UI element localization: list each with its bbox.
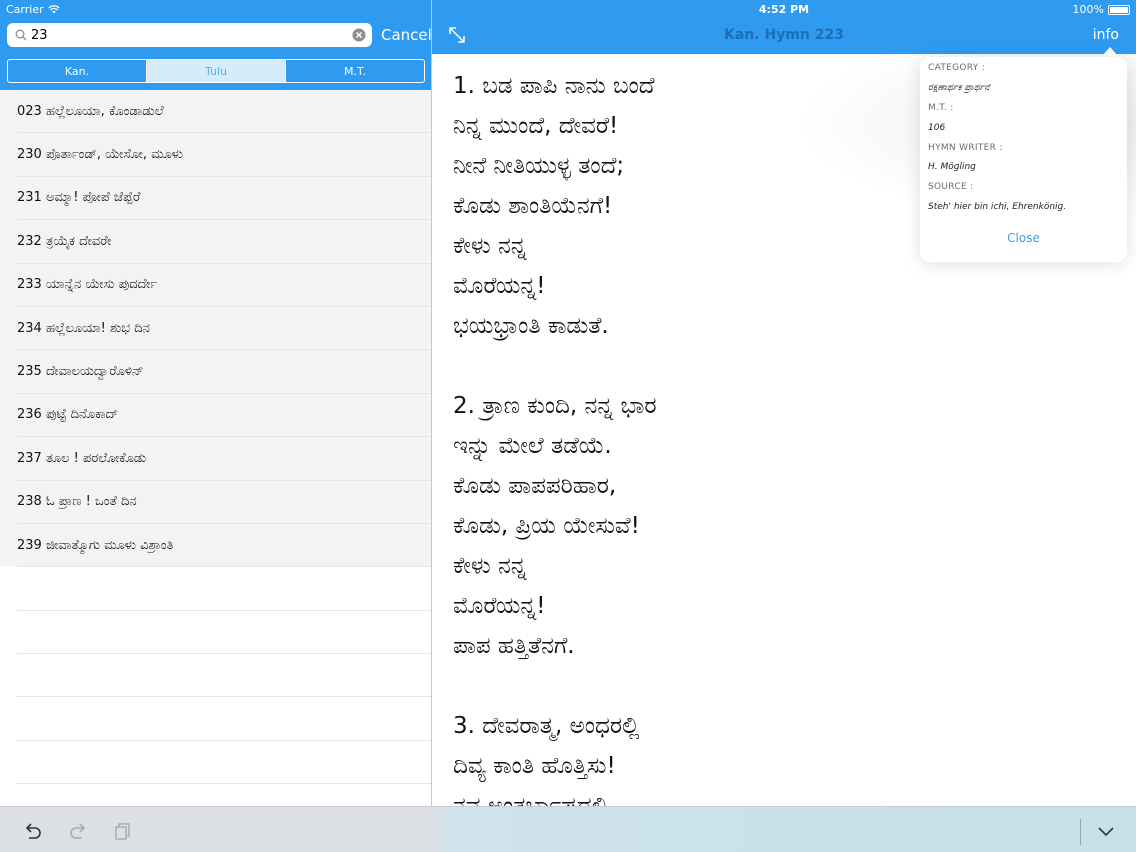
verse-gap bbox=[453, 666, 923, 706]
cancel-button[interactable]: Cancel bbox=[381, 26, 431, 44]
lyric-line: ಮೊರೆಯನ್ನ! bbox=[453, 273, 546, 299]
status-bar-right: 100% bbox=[1073, 3, 1130, 16]
lyric-line: ಇನ್ನು ಮೇಲೆ ತಡೆಯೆ. bbox=[453, 433, 612, 459]
carrier-label: Carrier bbox=[6, 3, 44, 16]
lyric-line: ನಿನ್ನ ಮುಂದೆ, ದೇವರೆ! bbox=[453, 113, 619, 139]
lyric-line: 3. ದೇವರಾತ್ಮ, ಅಂಧರಲ್ಲಿ bbox=[453, 713, 640, 739]
empty-row bbox=[17, 697, 431, 741]
toolbar-divider bbox=[1080, 819, 1081, 845]
lyric-line: ದಿವ್ಯ ಕಾಂತಿ ಹೊತ್ತಿಸು! bbox=[453, 753, 616, 779]
navigation-bar: 4:52 PM 100% Kan. Hymn 223 info bbox=[432, 0, 1136, 54]
lyrics-text: 1. ಬಡ ಪಾಪಿ ನಾನು ಬಂದೆ ನಿನ್ನ ಮುಂದೆ, ದೇವರೆ!… bbox=[453, 66, 923, 806]
mt-label: M.T. : bbox=[928, 103, 954, 113]
info-popover: CATEGORY : ರಕ್ಷಣಾರ್ಥಕ ಪ್ರಾರ್ಥನೆ M.T. : 1… bbox=[920, 57, 1127, 262]
battery-icon bbox=[1108, 4, 1130, 15]
source-value: Steh' hier bin ichi, Ehrenkönig. bbox=[928, 202, 1067, 212]
lyric-line: ಕೊಡು ಪಾಪಪರಿಹಾರ, bbox=[453, 473, 617, 499]
lyric-line: ನವ ಅಂತರ್ಬಾಷದಲ್ಲಿ bbox=[453, 793, 610, 806]
writer-label: HYMN WRITER : bbox=[928, 143, 1003, 153]
info-button[interactable]: info bbox=[1093, 27, 1119, 43]
status-bar-left: Carrier bbox=[6, 3, 60, 16]
empty-row bbox=[17, 741, 431, 785]
empty-row bbox=[17, 567, 431, 611]
keyboard-shortcut-bar bbox=[0, 806, 1136, 852]
list-item[interactable]: 236 ಪುಟ್ಟೆ ದಿನೊಕಾದ್ bbox=[17, 394, 431, 438]
lyric-line: 1. ಬಡ ಪಾಪಿ ನಾನು ಬಂದೆ bbox=[453, 73, 655, 99]
list-item[interactable]: 233 ಯಾನ್ನೆನ ಯೇಸು ಪುದರ್ದೇ bbox=[17, 264, 431, 307]
empty-row bbox=[17, 611, 431, 655]
list-item[interactable]: 238 ಓ ಪ್ರಾಣ ! ಒಂತೆ ದಿನ bbox=[17, 481, 431, 524]
segment-kan[interactable]: Kan. bbox=[8, 60, 147, 82]
mt-value: 106 bbox=[928, 123, 946, 133]
language-segmented-control: Kan. Tulu M.T. bbox=[7, 59, 425, 83]
lyric-line: ಕೊಡು ಶಾಂತಿಯೆನಗೆ! bbox=[453, 193, 613, 219]
source-label: SOURCE : bbox=[928, 182, 974, 192]
redo-icon[interactable] bbox=[68, 821, 88, 841]
search-field[interactable] bbox=[7, 23, 372, 47]
clear-icon[interactable] bbox=[352, 28, 366, 42]
list-item[interactable]: 239 ಜೀವಾತ್ಮೊಗು ಮೂಳು ವಿಶ್ರಾಂತಿ bbox=[17, 524, 431, 568]
list-item[interactable]: 235 ದೇವಾಲಯದ್ವಾರೊಳಿನ್ bbox=[17, 350, 431, 394]
lyric-line: ಮೊರೆಯನ್ನ! bbox=[453, 593, 546, 619]
undo-icon[interactable] bbox=[23, 821, 43, 841]
list-item[interactable]: 237 ತೂಲ ! ಪರಲೋಕೊಡು bbox=[17, 437, 431, 481]
list-item[interactable]: 231 ಅಮ್ಮಾ! ಪೋಪೆ ಜೆಪ್ಪೆರೆ bbox=[17, 177, 431, 221]
writer-value: H. Mögling bbox=[928, 162, 976, 172]
segment-tulu[interactable]: Tulu bbox=[147, 60, 286, 82]
search-input[interactable] bbox=[31, 25, 351, 45]
search-header: Carrier Cancel bbox=[0, 0, 431, 90]
lyric-line: ಕೊಡು, ಪ್ರಿಯ ಯೇಸುವೆ! bbox=[453, 513, 640, 539]
wifi-icon bbox=[47, 5, 60, 14]
list-item[interactable]: 232 ತ್ರಯೈಕ ದೇವರೇ bbox=[17, 220, 431, 264]
segment-mt[interactable]: M.T. bbox=[286, 60, 424, 82]
category-value: ರಕ್ಷಣಾರ್ಥಕ ಪ್ರಾರ್ಥನೆ bbox=[928, 83, 990, 93]
paste-icon[interactable] bbox=[113, 821, 133, 841]
lyric-line: ನೀನೆ ನೀತಿಯುಳ್ಳ ತಂದೆ; bbox=[453, 153, 625, 179]
category-label: CATEGORY : bbox=[928, 63, 986, 73]
close-button[interactable]: Close bbox=[920, 231, 1127, 245]
search-icon bbox=[15, 29, 27, 41]
battery-percent: 100% bbox=[1072, 3, 1104, 16]
list-item[interactable]: 230 ಪೊರ್ತಾಂಡ್, ಯೇಸೋ, ಮೂಳು bbox=[17, 133, 431, 177]
verse-gap bbox=[453, 346, 923, 386]
lyric-line: ಪಾಪ ಹತ್ತಿತೆನಗೆ. bbox=[453, 633, 575, 659]
list-item[interactable]: 234 ಹಲ್ಲೆಲೂಯಾ! ಶುಭ ದಿನ bbox=[17, 307, 431, 351]
lyric-line: ಕೇಳು ನನ್ನ bbox=[453, 553, 527, 579]
empty-row bbox=[17, 654, 431, 698]
lyric-line: ಕೇಳು ನನ್ನ bbox=[453, 233, 527, 259]
list-item[interactable]: 023 ಹಲ್ಲೆಲೂಯಾ, ಕೊಂಡಾಡುಲೆ bbox=[17, 90, 431, 134]
status-time: 4:52 PM bbox=[758, 3, 810, 16]
hymn-list-pane: Carrier Cancel bbox=[0, 0, 431, 806]
chevron-down-icon[interactable] bbox=[1096, 821, 1116, 841]
lyric-line: 2. ತ್ರಾಣ ಕುಂದಿ, ನನ್ನ ಭಾರ bbox=[453, 393, 657, 419]
hymn-list: 023 ಹಲ್ಲೆಲೂಯಾ, ಕೊಂಡಾಡುಲೆ 230 ಪೊರ್ತಾಂಡ್, … bbox=[0, 90, 431, 785]
app: Carrier Cancel bbox=[0, 0, 1136, 852]
lyric-line: ಭಯಭ್ರಾಂತಿ ಕಾಡುತೆ. bbox=[453, 313, 609, 339]
page-title: Kan. Hymn 223 bbox=[724, 27, 844, 43]
